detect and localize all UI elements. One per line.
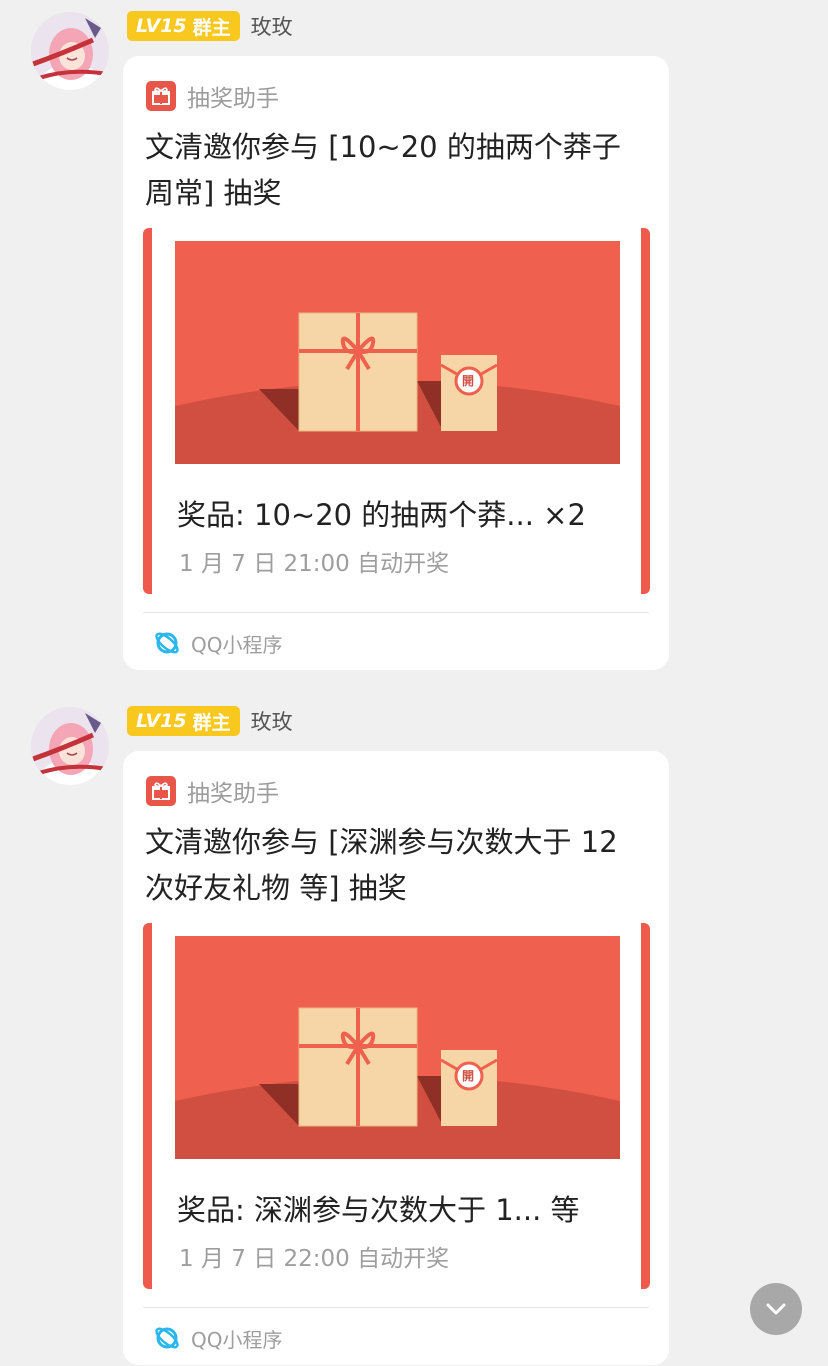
divider	[143, 1307, 649, 1308]
level-badge: LV15 群主	[127, 706, 240, 736]
footer-label: QQ小程序	[191, 1327, 283, 1352]
scroll-to-bottom-button[interactable]	[750, 1283, 802, 1335]
banner-seal-text: 開	[462, 1069, 475, 1083]
role-label: 群主	[192, 16, 231, 39]
card-title: 文清邀你参与 [深渊参与次数大于 12 次好友礼物 等] 抽奖	[145, 825, 618, 905]
banner-seal-text: 開	[462, 374, 475, 388]
sender-name[interactable]: 玫玫	[251, 706, 293, 736]
card-footer: QQ小程序	[153, 1323, 282, 1353]
mini-program-card[interactable]: 抽奖助手 文清邀你参与 [深渊参与次数大于 12 次好友礼物 等] 抽奖 開 奖…	[123, 751, 669, 1365]
draw-time: 1 月 7 日 22:00 自动开奖	[179, 1246, 450, 1272]
lottery-panel[interactable]: 開 奖品: 10~20 的抽两个莽... ×2 1 月 7 日 21:00 自动…	[143, 228, 650, 594]
sender-name[interactable]: 玫玫	[251, 11, 293, 41]
footer-label: QQ小程序	[191, 632, 283, 657]
lottery-banner: 開	[175, 936, 620, 1159]
role-label: 群主	[192, 711, 231, 734]
card-title: 文清邀你参与 [10~20 的抽两个莽子周常] 抽奖	[145, 130, 621, 210]
prize-text: 奖品: 深渊参与次数大于 1... 等	[177, 1193, 580, 1227]
sender-info: LV15 群主 玫玫	[127, 705, 293, 737]
lottery-banner: 開	[175, 241, 620, 464]
gift-icon	[146, 81, 176, 111]
card-header: 抽奖助手	[146, 80, 279, 112]
level-label: LV15	[136, 710, 187, 732]
lottery-panel[interactable]: 開 奖品: 深渊参与次数大于 1... 等 1 月 7 日 22:00 自动开奖	[143, 923, 650, 1289]
sender-info: LV15 群主 玫玫	[127, 10, 293, 42]
app-name: 抽奖助手	[187, 86, 279, 112]
qq-mini-program-icon	[153, 1324, 181, 1352]
chevron-down-icon	[766, 1303, 786, 1315]
level-label: LV15	[136, 15, 187, 37]
draw-time: 1 月 7 日 21:00 自动开奖	[179, 551, 450, 577]
card-header: 抽奖助手	[146, 775, 279, 807]
prize-text: 奖品: 10~20 的抽两个莽... ×2	[177, 498, 586, 532]
mini-program-card[interactable]: 抽奖助手 文清邀你参与 [10~20 的抽两个莽子周常] 抽奖 開 奖品: 10…	[123, 56, 669, 670]
app-name: 抽奖助手	[187, 781, 279, 807]
gift-icon	[146, 776, 176, 806]
divider	[143, 612, 649, 613]
card-footer: QQ小程序	[153, 628, 282, 658]
avatar[interactable]	[31, 12, 109, 90]
level-badge: LV15 群主	[127, 11, 240, 41]
qq-mini-program-icon	[153, 629, 181, 657]
avatar[interactable]	[31, 707, 109, 785]
